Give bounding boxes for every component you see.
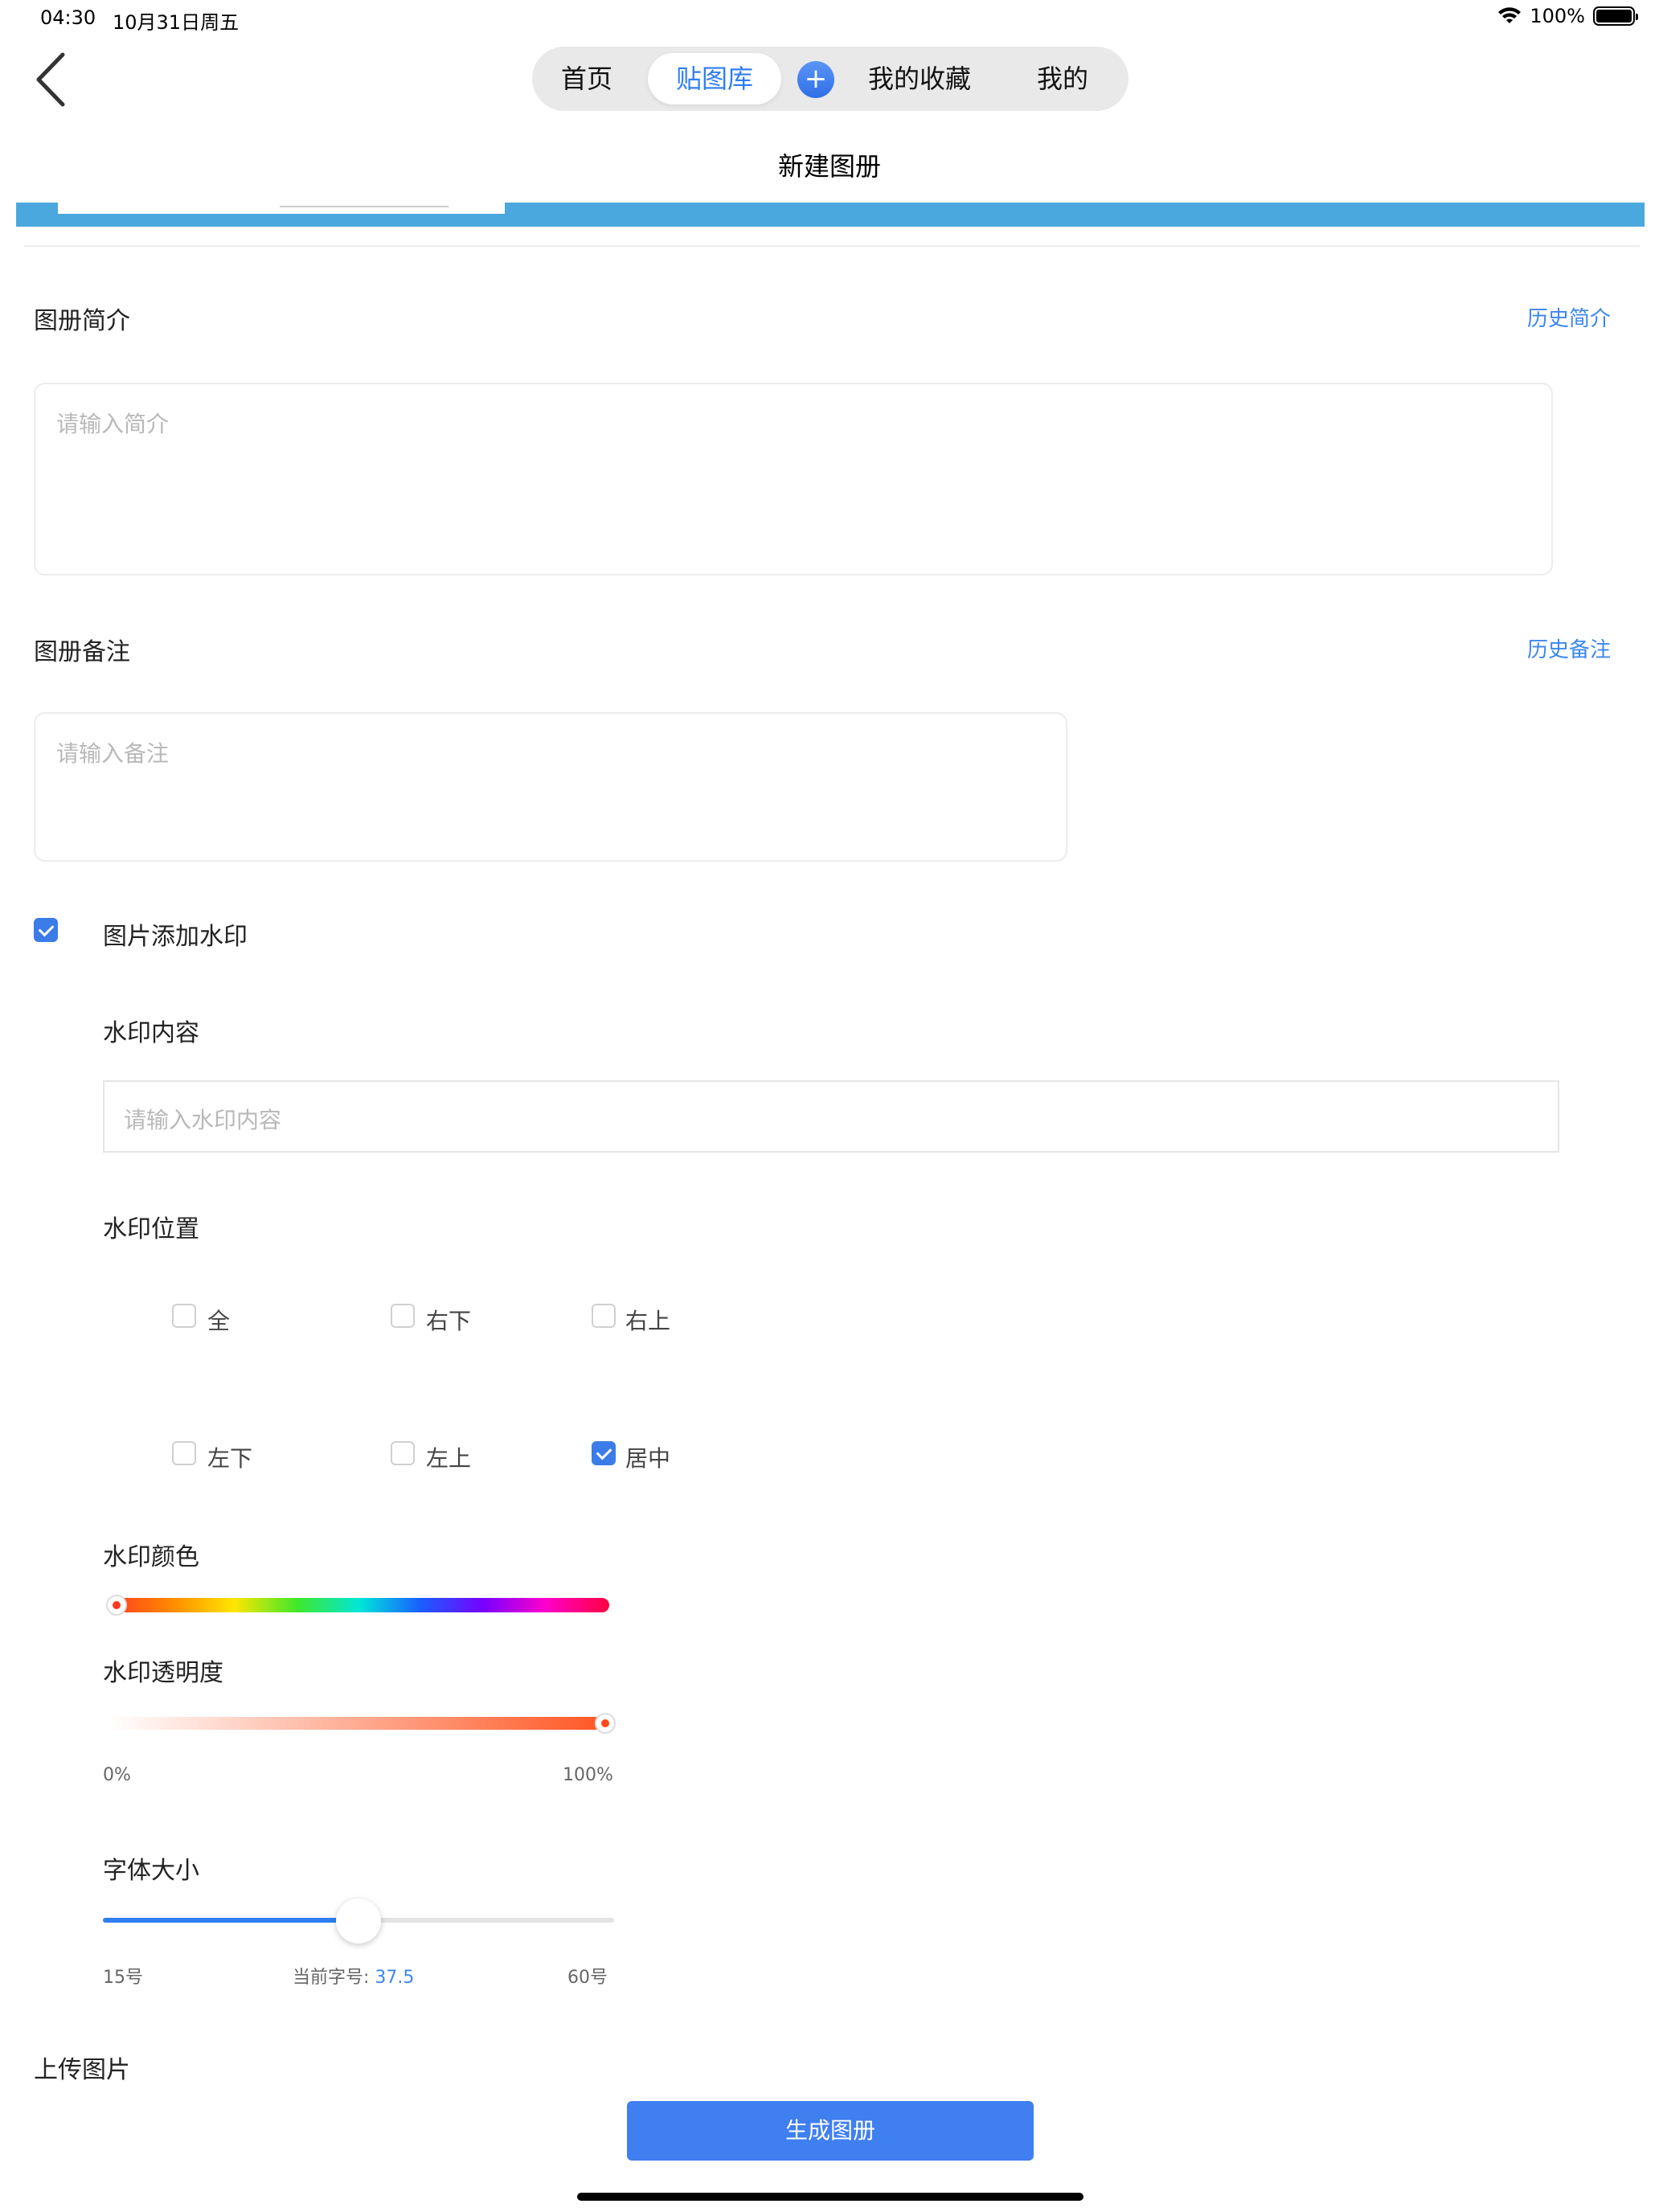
font-min-label: 15号 — [103, 1968, 143, 1988]
position-top-right-label: 右上 — [625, 1308, 671, 1334]
position-center-label: 居中 — [625, 1445, 671, 1472]
font-current-label: 当前字号: — [293, 1968, 370, 1988]
position-all-label: 全 — [207, 1308, 231, 1334]
history-intro-link[interactable]: 历史简介 — [1527, 302, 1611, 332]
position-bottom-left-checkbox[interactable] — [172, 1441, 196, 1465]
status-date: 10月31日周五 — [113, 11, 240, 34]
top-tab-bar: 首页 贴图库 + 我的收藏 我的 — [532, 47, 1129, 111]
add-plus-icon[interactable]: + — [797, 61, 834, 98]
wifi-icon — [1498, 7, 1522, 23]
header-band-card — [58, 193, 505, 214]
battery-icon — [1593, 6, 1638, 26]
font-size-slider-fill — [103, 1918, 358, 1923]
font-max-label: 60号 — [567, 1968, 608, 1988]
watermark-position-label: 水印位置 — [103, 1215, 199, 1243]
divider — [24, 245, 1640, 247]
position-bottom-right-label: 右下 — [426, 1308, 472, 1334]
generate-album-button[interactable]: 生成图册 — [627, 2101, 1034, 2161]
font-current-readout: 当前字号: 37.5 — [293, 1963, 414, 1989]
watermark-enable-checkbox[interactable] — [34, 918, 58, 942]
home-indicator — [577, 2193, 1083, 2201]
position-bottom-right-checkbox[interactable] — [391, 1304, 415, 1328]
position-center-checkbox[interactable] — [592, 1441, 616, 1465]
opacity-slider-knob[interactable] — [595, 1713, 616, 1734]
position-all-checkbox[interactable] — [172, 1304, 196, 1328]
status-time: 04:30 — [40, 6, 96, 29]
watermark-content-input[interactable]: 请输入水印内容 — [103, 1080, 1559, 1153]
position-bottom-left-label: 左下 — [207, 1445, 253, 1472]
status-bar: 04:30 10月31日周五 100% — [0, 0, 1659, 39]
color-spectrum-slider[interactable] — [109, 1598, 609, 1612]
opacity-slider[interactable] — [109, 1717, 609, 1730]
watermark-content-placeholder: 请输入水印内容 — [124, 1107, 282, 1133]
tab-home[interactable]: 首页 — [550, 53, 624, 104]
watermark-content-label: 水印内容 — [103, 1019, 199, 1047]
intro-label: 图册简介 — [34, 307, 130, 335]
font-size-slider-knob[interactable] — [336, 1899, 381, 1944]
watermark-opacity-label: 水印透明度 — [103, 1659, 223, 1687]
battery-percent: 100% — [1530, 5, 1585, 27]
tab-favorites[interactable]: 我的收藏 — [855, 53, 984, 104]
note-placeholder: 请输入备注 — [56, 740, 170, 767]
intro-textarea[interactable]: 请输入简介 — [34, 383, 1553, 576]
watermark-color-label: 水印颜色 — [103, 1543, 199, 1571]
position-top-left-checkbox[interactable] — [391, 1441, 415, 1465]
position-top-right-checkbox[interactable] — [592, 1304, 616, 1328]
color-slider-knob[interactable] — [106, 1595, 127, 1616]
opacity-max-label: 100% — [563, 1765, 613, 1785]
page-title: 新建图册 — [777, 151, 881, 182]
status-indicators: 100% — [1497, 5, 1638, 27]
intro-placeholder: 请输入简介 — [56, 411, 170, 437]
font-current-value: 37.5 — [375, 1968, 415, 1988]
tab-sticker-library[interactable]: 贴图库 — [648, 53, 781, 104]
back-button[interactable] — [32, 50, 72, 109]
upload-image-label: 上传图片 — [34, 2056, 130, 2084]
font-size-label: 字体大小 — [103, 1857, 199, 1885]
position-top-left-label: 左上 — [426, 1445, 472, 1472]
note-label: 图册备注 — [34, 638, 130, 666]
history-note-link[interactable]: 历史备注 — [1527, 633, 1611, 663]
watermark-enable-label: 图片添加水印 — [103, 923, 248, 951]
tab-mine[interactable]: 我的 — [1014, 53, 1111, 104]
opacity-min-label: 0% — [103, 1765, 131, 1785]
note-textarea[interactable]: 请输入备注 — [34, 712, 1067, 862]
